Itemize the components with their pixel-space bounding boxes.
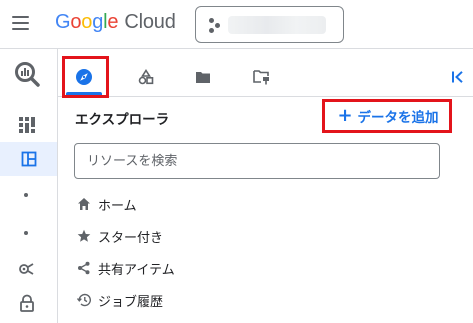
folder-icon: [196, 72, 210, 83]
rail-divider: [57, 48, 58, 323]
nav-item-label: ジョブ履歴: [98, 294, 164, 310]
plus-icon: +: [337, 105, 353, 126]
shapes-icon: [138, 69, 154, 85]
header-divider: [0, 48, 473, 49]
panel-title: エクスプローラ: [75, 112, 170, 128]
tab-connections[interactable]: [242, 58, 282, 96]
tab-folder[interactable]: [183, 58, 223, 96]
lock-icon[interactable]: [17, 293, 37, 313]
collapse-left-icon: [452, 71, 463, 83]
nav-item-job-history[interactable]: ジョブ履歴: [76, 289, 163, 311]
rail-item-dot[interactable]: [24, 231, 28, 235]
history-icon: [76, 292, 92, 308]
nav-item-label: スター付き: [98, 230, 164, 246]
nav-item-home[interactable]: ホーム: [76, 193, 137, 215]
project-picker[interactable]: [195, 6, 344, 43]
collapse-panel-button[interactable]: [440, 58, 473, 96]
home-icon: [76, 196, 92, 212]
bigquery-product-icon[interactable]: [8, 57, 46, 91]
redacted-project-name: [228, 16, 326, 34]
top-bar: Google Cloud: [0, 0, 473, 48]
share-icon: [76, 260, 92, 276]
studio-icon[interactable]: [0, 142, 57, 176]
resource-search-input[interactable]: [74, 143, 440, 179]
logo-product-text: Cloud: [124, 11, 176, 33]
rail-item-dot[interactable]: [24, 193, 28, 197]
add-data-button[interactable]: + データを追加: [327, 102, 449, 130]
nav-item-label: ホーム: [98, 198, 137, 214]
highlight-box-explorer-tab: [62, 56, 109, 98]
project-icon: [208, 17, 224, 33]
nav-item-starred[interactable]: スター付き: [76, 225, 163, 247]
nav-item-label: 共有アイテム: [98, 262, 175, 278]
star-icon: [76, 228, 92, 244]
google-cloud-logo[interactable]: Google Cloud: [55, 11, 176, 37]
analytics-hub-icon[interactable]: [16, 259, 38, 279]
main-menu-icon[interactable]: [10, 13, 32, 33]
folder-connection-icon: [253, 70, 269, 85]
dashboard-icon[interactable]: [14, 113, 40, 137]
tabs-divider: [57, 96, 473, 97]
add-data-label: データを追加: [357, 110, 439, 126]
tab-shapes[interactable]: [126, 58, 166, 96]
nav-item-shared[interactable]: 共有アイテム: [76, 257, 175, 279]
